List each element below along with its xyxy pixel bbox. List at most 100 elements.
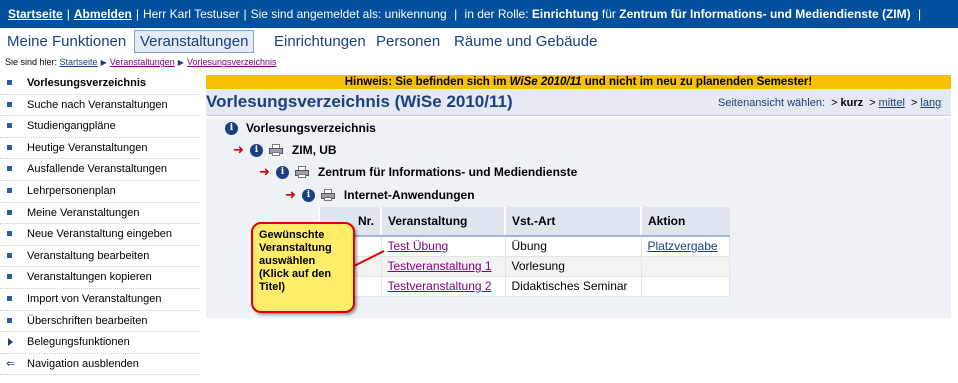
sidebar-item-meine-veranstaltungen[interactable]: Meine Veranstaltungen — [0, 203, 200, 225]
printer-icon[interactable] — [268, 144, 283, 156]
sidebar-item-label: Vorlesungsverzeichnis — [27, 77, 147, 89]
hint-callout-text: Gewünschte Veranstaltung auswählen (Klic… — [259, 229, 332, 293]
sidebar-item-bearbeiten[interactable]: Veranstaltung bearbeiten — [0, 246, 200, 268]
sidebar-item-neue-veranstaltung[interactable]: Neue Veranstaltung eingeben — [0, 224, 200, 246]
tree-level2-label[interactable]: Zentrum für Informations- und Mediendien… — [318, 165, 577, 179]
info-icon[interactable]: i — [225, 121, 238, 135]
bullet-icon — [7, 80, 12, 85]
sidebar-item-label: Meine Veranstaltungen — [27, 206, 140, 219]
sidebar-item-label: Veranstaltung bearbeiten — [27, 249, 150, 262]
view-selector-label: Seitenansicht wählen: — [718, 97, 826, 109]
sidebar-item-lehrpersonenplan[interactable]: Lehrpersonenplan — [0, 181, 200, 203]
sidebar-item-label: Studiengangpläne — [27, 120, 116, 133]
main-nav: Meine Funktionen Veranstaltungen Einrich… — [0, 30, 958, 54]
breadcrumb-arrow-icon: ▶ — [177, 58, 184, 67]
warning-term: WiSe 2010/11 — [509, 76, 582, 88]
cell-vst-art: Vorlesung — [504, 255, 642, 277]
tree-level3: ➜ i Internet-Anwendungen — [285, 187, 475, 203]
cell-veranstaltung: Testveranstaltung 2 — [380, 275, 506, 297]
sidebar-item-ueberschriften[interactable]: Überschriften bearbeiten — [0, 311, 200, 333]
tree-level3-label[interactable]: Internet-Anwendungen — [344, 188, 475, 202]
role-prefix: in der Rolle: — [464, 7, 529, 21]
sidebar-item-label: Import von Veranstaltungen — [27, 292, 162, 305]
printer-icon[interactable] — [294, 166, 309, 178]
view-selector: Seitenansicht wählen: > kurz > mittel > lan… — [718, 97, 942, 109]
sidebar-item-label: Heutige Veranstaltungen — [27, 141, 148, 154]
sidebar-item-ausfallende[interactable]: Ausfallende Veranstaltungen — [0, 159, 200, 181]
breadcrumb-vorlesungsverzeichnis[interactable]: Vorlesungsverzeichnis — [187, 57, 277, 67]
semester-warning: Hinweis: Sie befinden sich im WiSe 2010/… — [206, 75, 951, 89]
course-link[interactable]: Test Übung — [388, 239, 449, 253]
course-link[interactable]: Testveranstaltung 2 — [388, 279, 492, 293]
breadcrumb: Sie sind hier: Startseite ▶ Veranstaltunge… — [5, 57, 277, 67]
sidebar-item-navigation-ausblenden[interactable]: ⇐ Navigation ausblenden — [0, 354, 200, 376]
arrow-left-icon: ⇐ — [6, 357, 16, 370]
cell-aktion — [640, 275, 730, 297]
sidebar-item-label: Veranstaltungen kopieren — [27, 271, 152, 284]
column-header-veranstaltung: Veranstaltung — [380, 207, 505, 237]
column-header-aktion: Aktion — [640, 207, 730, 237]
cell-aktion: Platzvergabe — [640, 235, 730, 257]
platzvergabe-link[interactable]: Platzvergabe — [648, 239, 718, 253]
column-header-vst-art: Vst.-Art — [504, 207, 641, 237]
sidebar: Vorlesungsverzeichnis Suche nach Veranst… — [0, 73, 200, 376]
sidebar-item-suche[interactable]: Suche nach Veranstaltungen — [0, 95, 200, 117]
table-row: Testveranstaltung 1 Vorlesung — [318, 255, 730, 277]
bullet-icon — [7, 144, 12, 150]
nav-personen[interactable]: Personen — [376, 32, 440, 52]
sidebar-item-label: Navigation ausblenden — [27, 357, 139, 370]
view-option-kurz[interactable]: kurz — [841, 97, 864, 109]
top-bar: Startseite | Abmelden | Herr Karl Testuser | S… — [0, 0, 958, 28]
sidebar-item-label: Neue Veranstaltung eingeben — [27, 228, 172, 241]
sidebar-item-label: Belegungsfunktionen — [27, 336, 130, 349]
info-icon[interactable]: i — [249, 143, 263, 157]
tree-root: i Vorlesungsverzeichnis — [225, 121, 376, 135]
view-option-mittel[interactable]: mittel — [879, 97, 905, 109]
abmelden-link[interactable]: Abmelden — [74, 7, 132, 21]
cell-aktion — [640, 255, 730, 277]
triangle-right-icon — [8, 338, 13, 347]
view-option-lang[interactable]: lang — [920, 97, 941, 109]
breadcrumb-veranstaltungen[interactable]: Veranstaltungen — [110, 57, 175, 67]
course-table: Nr. Veranstaltung Vst.-Art Aktion Test Ü… — [318, 207, 730, 297]
course-link[interactable]: Testveranstaltung 1 — [388, 259, 492, 273]
cell-veranstaltung: Test Übung — [380, 235, 506, 257]
bullet-icon — [7, 209, 12, 215]
warning-text-after: und nicht im neu zu planenden Semester! — [581, 76, 813, 88]
role-for: für — [601, 7, 616, 21]
nav-veranstaltungen[interactable]: Veranstaltungen — [134, 30, 255, 53]
arrow-right-icon[interactable]: ➜ — [285, 187, 296, 203]
info-icon[interactable]: i — [301, 188, 315, 202]
arrow-right-icon[interactable]: ➜ — [259, 164, 270, 180]
sidebar-item-heutige[interactable]: Heutige Veranstaltungen — [0, 138, 200, 160]
table-row: Testveranstaltung 2 Didaktisches Seminar — [318, 275, 730, 297]
info-icon[interactable]: i — [275, 165, 289, 179]
sidebar-item-studiengangplaene[interactable]: Studiengangpläne — [0, 116, 200, 138]
logged-in-label: Sie sind angemeldet als: — [250, 7, 382, 21]
breadcrumb-arrow-icon: ▶ — [100, 58, 107, 67]
sidebar-item-vorlesungsverzeichnis[interactable]: Vorlesungsverzeichnis — [0, 73, 200, 95]
sidebar-item-label: Überschriften bearbeiten — [27, 314, 148, 327]
tree-level1-label[interactable]: ZIM, UB — [292, 143, 337, 157]
bullet-icon — [7, 317, 12, 323]
arrow-right-icon[interactable]: ➜ — [233, 142, 244, 158]
tree-level1: ➜ i ZIM, UB — [233, 142, 337, 158]
bullet-icon — [7, 187, 12, 193]
cell-vst-art: Didaktisches Seminar — [504, 275, 642, 297]
table-header-row: Nr. Veranstaltung Vst.-Art Aktion — [318, 207, 730, 237]
login-name: unikennung — [384, 7, 447, 21]
nav-einrichtungen[interactable]: Einrichtungen — [274, 32, 366, 52]
breadcrumb-startseite[interactable]: Startseite — [60, 57, 98, 67]
sidebar-item-kopieren[interactable]: Veranstaltungen kopieren — [0, 267, 200, 289]
bullet-icon — [7, 231, 12, 237]
sidebar-item-import[interactable]: Import von Veranstaltungen — [0, 289, 200, 311]
bullet-icon — [7, 123, 12, 129]
printer-icon[interactable] — [320, 189, 335, 201]
nav-raeume-gebaeude[interactable]: Räume und Gebäude — [454, 32, 597, 52]
table-row: Test Übung Übung Platzvergabe — [318, 235, 730, 257]
startseite-link[interactable]: Startseite — [8, 7, 63, 21]
tree-root-label[interactable]: Vorlesungsverzeichnis — [246, 121, 376, 135]
sidebar-item-belegungsfunktionen[interactable]: Belegungsfunktionen — [0, 332, 200, 354]
nav-meine-funktionen[interactable]: Meine Funktionen — [7, 32, 126, 52]
user-name: Herr Karl Testuser — [142, 7, 240, 21]
